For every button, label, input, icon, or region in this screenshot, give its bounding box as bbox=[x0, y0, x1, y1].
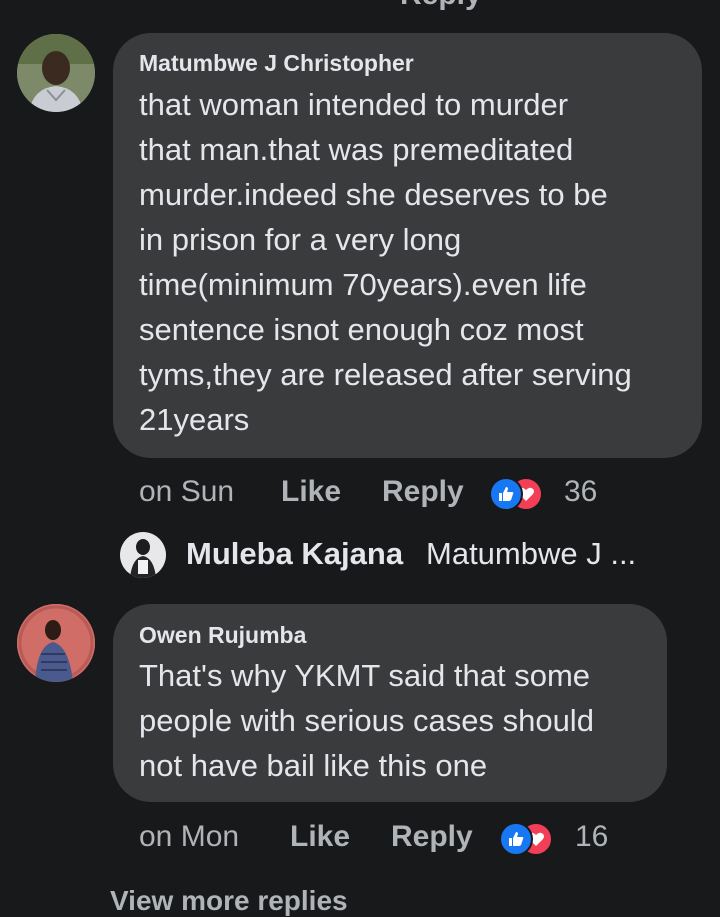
comment-author[interactable]: Matumbwe J Christopher bbox=[139, 50, 414, 77]
comment-line: tyms,they are released after serving bbox=[139, 357, 632, 392]
avatar[interactable] bbox=[17, 604, 95, 682]
comment-line: sentence isnot enough coz most bbox=[139, 312, 584, 347]
like-button[interactable]: Like bbox=[290, 820, 350, 854]
reaction-summary[interactable] bbox=[499, 822, 561, 856]
comment-author[interactable]: Owen Rujumba bbox=[139, 622, 306, 649]
reaction-count: 16 bbox=[575, 820, 609, 853]
previous-reply-link[interactable]: Reply bbox=[400, 0, 482, 12]
comment-line: 21years bbox=[139, 402, 250, 437]
comment-line: time(minimum 70years).even life bbox=[139, 267, 587, 302]
reaction-count: 36 bbox=[564, 475, 598, 508]
reaction-summary[interactable] bbox=[489, 477, 551, 511]
view-more-replies-link[interactable]: View more replies bbox=[110, 885, 348, 917]
thumbs-up-icon bbox=[489, 477, 523, 511]
comment-actions: on Mon Like Reply 16 bbox=[139, 820, 699, 860]
previous-comment-actions: Reply bbox=[0, 0, 720, 11]
reply-preview[interactable]: Muleba Kajana Matumbwe J ... bbox=[120, 530, 680, 580]
comment-line: That's why YKMT said that some bbox=[139, 658, 591, 693]
comment-line: that man.that was premeditated bbox=[139, 132, 574, 167]
comment-line: that woman intended to murder bbox=[139, 87, 569, 122]
comment-text: that woman intended to murder that man.t… bbox=[139, 82, 694, 442]
reply-snippet: Matumbwe J ... bbox=[426, 536, 637, 571]
comment-line: people with serious cases should bbox=[139, 703, 594, 738]
comment-actions: on Sun Like Reply 36 bbox=[139, 475, 699, 515]
avatar[interactable] bbox=[17, 34, 95, 112]
like-button[interactable]: Like bbox=[281, 475, 341, 509]
reply-button[interactable]: Reply bbox=[391, 820, 473, 854]
comment-timestamp: on Mon bbox=[139, 820, 240, 853]
comment-timestamp: on Sun bbox=[139, 475, 235, 508]
thumbs-up-icon bbox=[499, 822, 533, 856]
comment-line: in prison for a very long bbox=[139, 222, 462, 257]
comment-line: not have bail like this one bbox=[139, 748, 488, 783]
comment-text: That's why YKMT said that some people wi… bbox=[139, 653, 659, 788]
reply-author[interactable]: Muleba Kajana bbox=[186, 536, 403, 572]
comment-line: murder.indeed she deserves to be bbox=[139, 177, 608, 212]
reply-button[interactable]: Reply bbox=[382, 475, 464, 509]
avatar bbox=[120, 532, 166, 578]
